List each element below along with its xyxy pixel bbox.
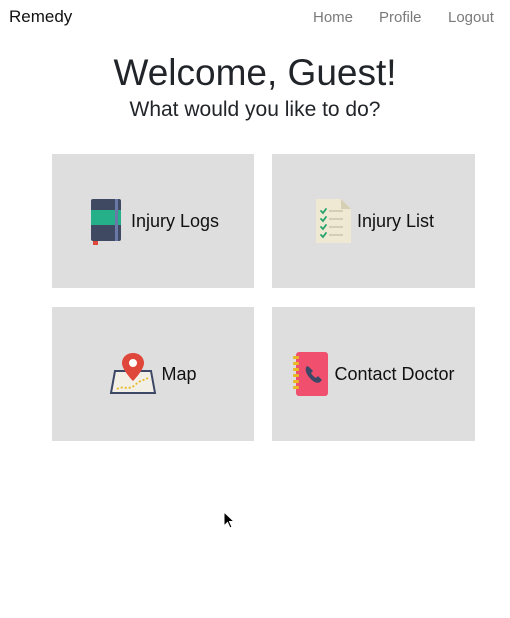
nav-logout-link[interactable]: Logout [448, 9, 494, 27]
nav-profile-link[interactable]: Profile [379, 9, 422, 27]
phone-book-icon [293, 352, 329, 396]
injury-list-tile[interactable]: Injury List [272, 154, 475, 288]
brand-link[interactable]: Remedy [9, 7, 72, 27]
checklist-document-icon [315, 199, 351, 243]
page-subtitle: What would you like to do? [129, 98, 381, 121]
tile-label: Injury List [356, 210, 435, 231]
contact-doctor-tile[interactable]: Contact Doctor [272, 307, 475, 441]
mouse-cursor-icon [223, 511, 235, 529]
navbar: Remedy Home Profile Logout [0, 0, 510, 34]
tile-label: Contact Doctor [334, 363, 455, 384]
tile-label: Injury Logs [130, 210, 220, 231]
map-pin-icon [110, 353, 157, 394]
injury-logs-tile[interactable]: Injury Logs [52, 154, 254, 288]
tile-label: Map [161, 363, 197, 384]
nav-home-link[interactable]: Home [313, 9, 353, 27]
page-title: Welcome, Guest! [113, 52, 397, 93]
page: Remedy Home Profile Logout Welcome, Gues… [0, 0, 510, 618]
map-tile[interactable]: Map [52, 307, 254, 441]
notebook-icon [90, 199, 121, 245]
